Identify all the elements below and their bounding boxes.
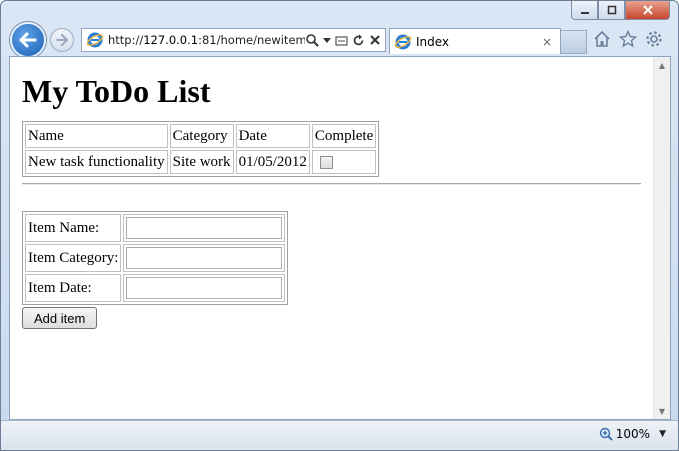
back-button[interactable] — [10, 22, 46, 58]
home-button[interactable] — [592, 29, 612, 49]
forward-arrow-icon — [56, 34, 68, 46]
cell-name: New task functionality — [25, 150, 168, 174]
item-date-input[interactable] — [126, 277, 283, 299]
tab-favicon-icon — [394, 34, 412, 49]
maximize-icon — [607, 5, 616, 15]
new-tab-button[interactable] — [561, 30, 587, 54]
vertical-scrollbar[interactable]: ▲ ▼ — [653, 57, 670, 419]
browser-window: http://127.0.0.1:81/home/newitem Index × — [0, 0, 679, 451]
home-icon — [594, 30, 610, 47]
form-row-category: Item Category: — [25, 244, 286, 272]
forward-button[interactable] — [50, 28, 74, 52]
cell-category: Site work — [169, 150, 234, 174]
stop-icon[interactable] — [369, 34, 381, 46]
address-bar[interactable]: http://127.0.0.1:81/home/newitem — [81, 28, 386, 52]
close-icon — [642, 5, 653, 15]
minimize-icon — [580, 12, 589, 14]
zoom-icon — [599, 427, 613, 441]
search-icon[interactable] — [305, 33, 319, 47]
header-category: Category — [169, 124, 234, 148]
item-category-input[interactable] — [126, 247, 283, 269]
url-host: 127.0.0.1 — [143, 33, 199, 47]
divider — [22, 183, 641, 185]
dropdown-arrow-icon[interactable] — [323, 36, 331, 44]
scroll-down-icon[interactable]: ▼ — [654, 403, 670, 419]
refresh-icon[interactable] — [352, 34, 365, 47]
item-date-label: Item Date: — [25, 274, 122, 302]
scroll-up-icon[interactable]: ▲ — [654, 57, 670, 73]
todo-table: Name Category Date Complete New task fun… — [22, 121, 380, 177]
item-category-label: Item Category: — [25, 244, 122, 272]
url-text[interactable]: http://127.0.0.1:81/home/newitem — [108, 33, 305, 47]
star-icon — [619, 30, 637, 48]
header-complete: Complete — [311, 124, 377, 148]
compatibility-view-icon[interactable] — [335, 34, 348, 47]
tab-close-icon[interactable]: × — [542, 35, 552, 49]
url-path: :81/home/newitem — [198, 33, 305, 47]
minimize-button[interactable] — [571, 1, 598, 20]
status-bar: 100% ▼ — [1, 420, 678, 450]
add-item-button[interactable]: Add item — [22, 307, 98, 329]
table-row: New task functionality Site work 01/05/2… — [25, 150, 377, 174]
gear-icon — [646, 31, 662, 47]
page-content: My ToDo List Name Category Date Complete… — [10, 57, 653, 419]
close-button[interactable] — [625, 1, 670, 20]
form-row-name: Item Name: — [25, 214, 286, 242]
zoom-dropdown-icon[interactable]: ▼ — [659, 429, 666, 439]
url-prefix: http:// — [108, 33, 144, 47]
item-date-cell — [123, 274, 286, 302]
form-row-date: Item Date: — [25, 274, 286, 302]
complete-checkbox[interactable] — [319, 155, 333, 169]
item-name-input[interactable] — [126, 217, 283, 239]
page-viewport: My ToDo List Name Category Date Complete… — [9, 56, 671, 420]
item-name-label: Item Name: — [25, 214, 122, 242]
tab-title: Index — [416, 34, 450, 49]
back-arrow-icon — [19, 32, 37, 48]
table-header-row: Name Category Date Complete — [25, 124, 377, 148]
new-item-form: Item Name: Item Category: Item Date: — [22, 211, 289, 305]
ie-logo-icon — [86, 32, 104, 48]
zoom-control[interactable]: 100% — [599, 427, 650, 441]
item-name-cell — [123, 214, 286, 242]
favorites-button[interactable] — [618, 29, 638, 49]
address-tools — [305, 33, 381, 47]
tools-button[interactable] — [644, 29, 664, 49]
cell-complete — [311, 150, 377, 174]
maximize-button[interactable] — [598, 1, 625, 20]
page-title: My ToDo List — [22, 73, 211, 109]
caption-buttons — [571, 1, 670, 20]
command-icons — [592, 29, 664, 49]
header-date: Date — [235, 124, 310, 148]
tab-index[interactable]: Index × — [389, 28, 561, 54]
item-category-cell — [123, 244, 286, 272]
cell-date: 01/05/2012 — [235, 150, 310, 174]
header-name: Name — [25, 124, 168, 148]
zoom-level: 100% — [615, 427, 650, 441]
